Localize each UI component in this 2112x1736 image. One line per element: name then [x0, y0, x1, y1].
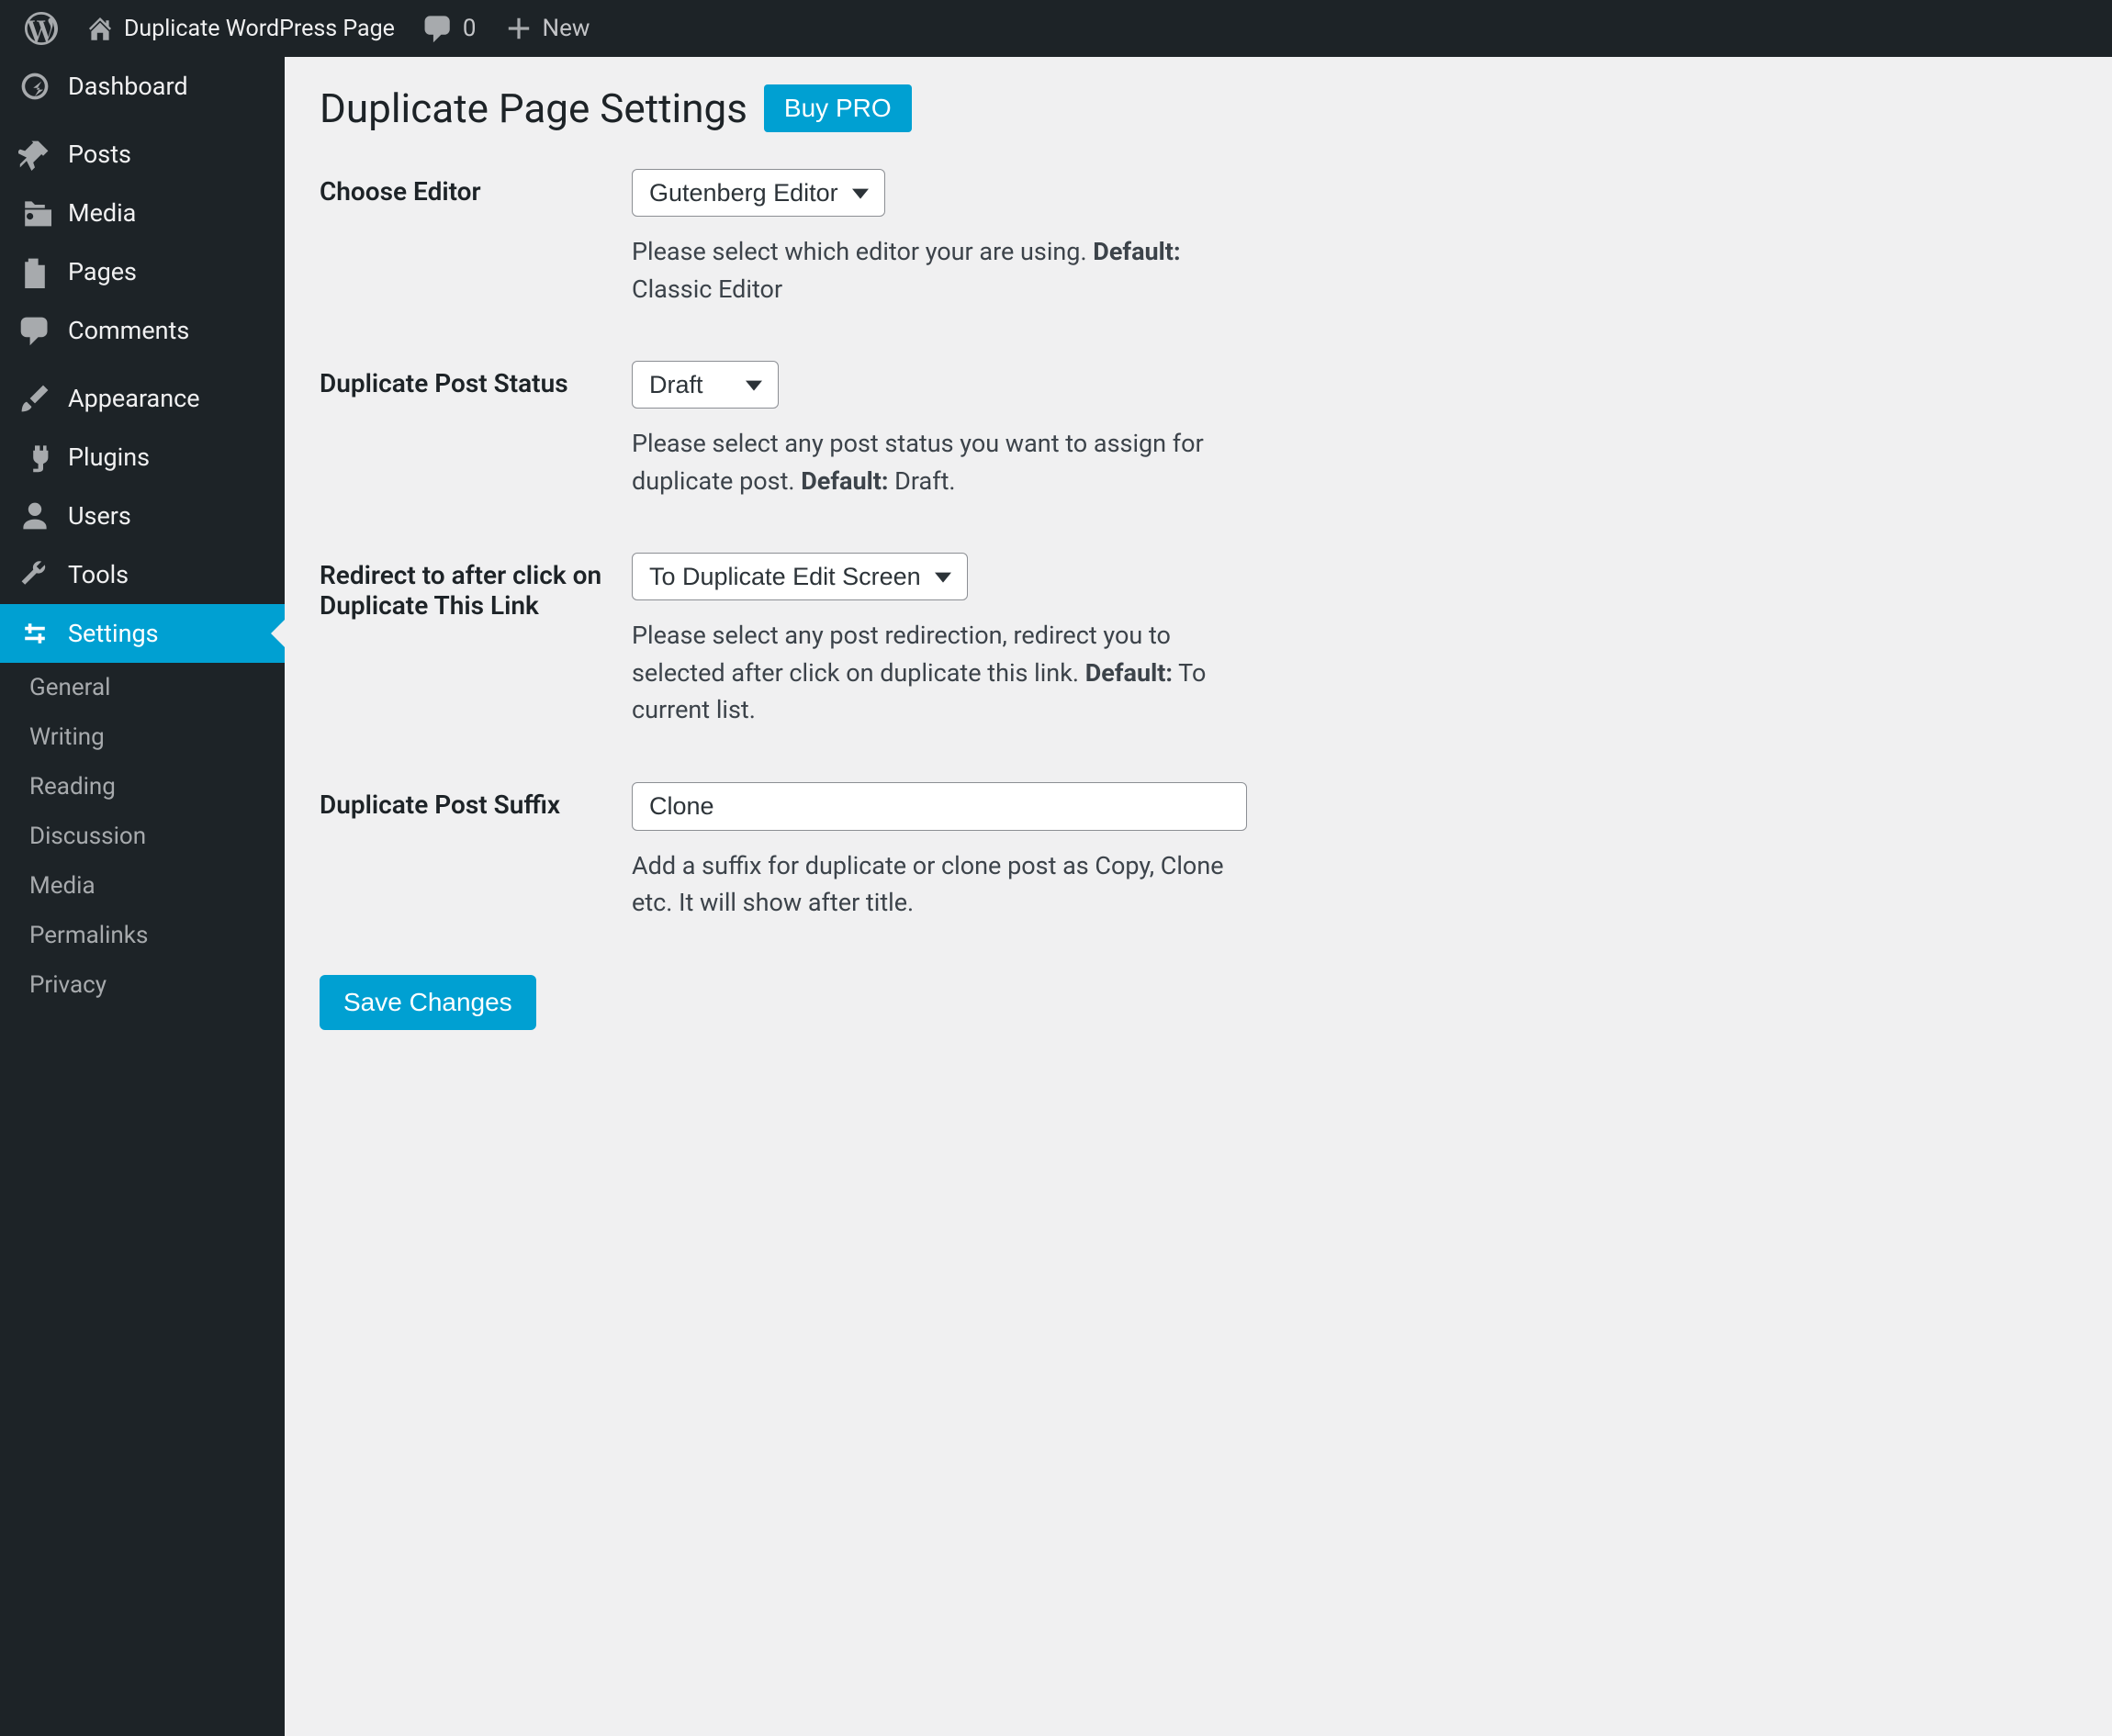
media-icon [18, 196, 51, 230]
home-icon [85, 14, 115, 43]
editor-label: Choose Editor [320, 169, 632, 207]
sidebar-item-posts[interactable]: Posts [0, 125, 285, 184]
plug-icon [18, 441, 51, 474]
row-suffix: Duplicate Post Suffix Add a suffix for d… [320, 782, 2077, 922]
sidebar-item-label: Users [68, 501, 131, 531]
site-name-label: Duplicate WordPress Page [124, 16, 395, 42]
redirect-label: Redirect to after click on Duplicate Thi… [320, 553, 632, 621]
page-title: Duplicate Page Settings [320, 84, 747, 132]
sidebar-item-comments[interactable]: Comments [0, 301, 285, 360]
comments-link[interactable]: 0 [409, 0, 490, 57]
sidebar-item-media[interactable]: Media [0, 184, 285, 242]
sidebar-item-label: Dashboard [68, 72, 188, 101]
sidebar-item-label: Comments [68, 316, 189, 345]
submenu-privacy[interactable]: Privacy [0, 960, 285, 1010]
comments-count: 0 [463, 15, 477, 42]
settings-icon [18, 617, 51, 650]
editor-help: Please select which editor your are usin… [632, 233, 1256, 308]
sidebar-item-label: Plugins [68, 442, 150, 472]
submenu-writing[interactable]: Writing [0, 712, 285, 762]
sidebar-item-appearance[interactable]: Appearance [0, 369, 285, 428]
sidebar-item-users[interactable]: Users [0, 487, 285, 545]
brush-icon [18, 382, 51, 415]
row-post-status: Duplicate Post Status Draft Please selec… [320, 361, 2077, 499]
comments-icon [18, 314, 51, 347]
save-button[interactable]: Save Changes [320, 975, 536, 1030]
sidebar-item-tools[interactable]: Tools [0, 545, 285, 604]
suffix-label: Duplicate Post Suffix [320, 782, 632, 820]
status-label: Duplicate Post Status [320, 361, 632, 398]
sidebar-item-label: Appearance [68, 384, 200, 413]
new-link[interactable]: New [490, 0, 604, 57]
pages-icon [18, 255, 51, 288]
editor-select[interactable]: Gutenberg Editor [632, 169, 885, 217]
sidebar-item-label: Pages [68, 257, 137, 286]
suffix-input[interactable] [632, 782, 1247, 831]
suffix-help: Add a suffix for duplicate or clone post… [632, 847, 1256, 922]
buy-pro-button[interactable]: Buy PRO [764, 84, 912, 132]
status-help: Please select any post status you want t… [632, 425, 1256, 499]
page-header: Duplicate Page Settings Buy PRO [320, 84, 2077, 132]
admin-topbar: Duplicate WordPress Page 0 New [0, 0, 2112, 57]
sidebar-item-label: Media [68, 198, 136, 228]
main-content: Duplicate Page Settings Buy PRO Choose E… [285, 57, 2112, 1058]
plus-icon [504, 14, 534, 43]
submenu-general[interactable]: General [0, 663, 285, 712]
sidebar-item-dashboard[interactable]: Dashboard [0, 57, 285, 116]
admin-sidebar: Dashboard Posts Media Pages Comments App… [0, 57, 285, 1736]
redirect-help: Please select any post redirection, redi… [632, 617, 1256, 729]
sidebar-item-label: Posts [68, 140, 131, 169]
sidebar-item-settings[interactable]: Settings [0, 604, 285, 663]
comment-icon [422, 13, 454, 44]
wordpress-icon [25, 12, 58, 45]
sidebar-item-label: Settings [68, 619, 159, 648]
wp-logo[interactable] [11, 0, 72, 57]
wrench-icon [18, 558, 51, 591]
settings-form: Choose Editor Gutenberg Editor Please se… [320, 169, 2077, 1030]
sidebar-item-pages[interactable]: Pages [0, 242, 285, 301]
redirect-select[interactable]: To Duplicate Edit Screen [632, 553, 968, 600]
sidebar-item-plugins[interactable]: Plugins [0, 428, 285, 487]
submenu-permalinks[interactable]: Permalinks [0, 911, 285, 960]
submenu-discussion[interactable]: Discussion [0, 812, 285, 861]
user-icon [18, 499, 51, 532]
new-label: New [543, 15, 590, 42]
sidebar-item-label: Tools [68, 560, 129, 589]
site-name-link[interactable]: Duplicate WordPress Page [72, 0, 409, 57]
status-select[interactable]: Draft [632, 361, 779, 409]
pin-icon [18, 138, 51, 171]
row-choose-editor: Choose Editor Gutenberg Editor Please se… [320, 169, 2077, 308]
row-redirect: Redirect to after click on Duplicate Thi… [320, 553, 2077, 729]
submenu-media[interactable]: Media [0, 861, 285, 911]
dashboard-icon [18, 70, 51, 103]
submenu-reading[interactable]: Reading [0, 762, 285, 812]
